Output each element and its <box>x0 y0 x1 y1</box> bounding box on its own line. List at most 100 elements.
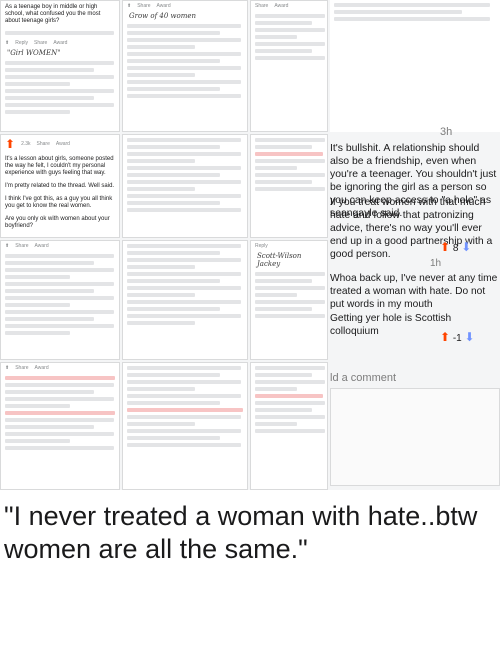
text-line <box>255 173 325 177</box>
comment-text: I think I've got this, as a guy you all … <box>5 196 113 209</box>
text-line <box>127 436 220 440</box>
handwritten-name: Scott-Wilson Jackey <box>257 252 302 268</box>
reply-button[interactable]: Reply <box>255 243 268 249</box>
downvote-icon[interactable]: ⬇ <box>465 330 475 344</box>
award-button[interactable]: Award <box>56 141 70 147</box>
text-line <box>127 373 220 377</box>
text-line <box>5 96 94 100</box>
upvote-icon[interactable]: ⬆ <box>5 137 15 151</box>
text-line <box>255 314 325 318</box>
upvote-icon[interactable]: ⬆ <box>440 240 450 254</box>
share-button[interactable]: Share <box>34 40 47 46</box>
text-line <box>5 324 114 328</box>
text-line <box>127 31 220 35</box>
upvote-icon[interactable]: ⬆ <box>5 243 9 249</box>
text-line <box>127 244 242 248</box>
text-line <box>127 387 196 391</box>
action-bar: ⬆ Reply Share Award <box>1 38 119 48</box>
highlighted-username <box>255 152 323 156</box>
downvote-icon[interactable]: ⬇ <box>461 240 471 254</box>
text-line <box>5 439 70 443</box>
post-panel-bottom-right <box>250 362 328 490</box>
text-line <box>127 300 242 304</box>
share-button[interactable]: Share <box>255 3 268 9</box>
action-bar: ⬆ Share Award <box>1 241 119 251</box>
text-line <box>255 373 312 377</box>
text-line <box>127 272 242 276</box>
text-line <box>5 425 94 429</box>
upvote-icon[interactable]: ⬆ <box>5 40 9 46</box>
meme-caption: "I never treated a woman with hate..btw … <box>0 492 500 652</box>
text-line <box>127 38 242 42</box>
text-line <box>127 366 242 370</box>
reply-button[interactable]: Reply <box>15 40 28 46</box>
comment-text: Are you only ok with women about your bo… <box>5 216 110 229</box>
text-line <box>127 94 242 98</box>
text-line <box>255 35 297 39</box>
action-bar: ⬆ Share Award <box>1 363 119 373</box>
upvote-icon[interactable]: ⬆ <box>127 3 131 9</box>
upvote-icon[interactable]: ⬆ <box>5 365 9 371</box>
text-line <box>127 73 196 77</box>
text-line <box>5 82 70 86</box>
text-line <box>5 261 94 265</box>
comment-collage: As a teenage boy in middle or high schoo… <box>0 0 500 490</box>
text-line <box>255 401 325 405</box>
handwritten-quote: "Girl WOMEN" <box>7 49 61 57</box>
share-button[interactable]: Share <box>37 141 50 147</box>
score: -1 <box>452 333 462 344</box>
text-line <box>127 80 242 84</box>
text-line <box>127 152 242 156</box>
text-line <box>127 24 242 28</box>
text-line <box>5 296 114 300</box>
post-panel-lower-right: Reply Scott-Wilson Jackey <box>250 240 328 360</box>
action-bar: ⬆ Share Award <box>123 1 247 11</box>
comment-whoa: Whoa back up, I've never at any time tre… <box>330 273 498 310</box>
text-line <box>127 293 196 297</box>
text-line <box>127 415 242 419</box>
text-line <box>334 3 491 7</box>
text-line <box>255 180 312 184</box>
text-line <box>127 194 242 198</box>
award-button[interactable]: Award <box>157 3 171 9</box>
text-line <box>255 380 325 384</box>
text-line <box>255 415 325 419</box>
comment-box[interactable] <box>330 388 500 486</box>
share-button[interactable]: Share <box>15 365 28 371</box>
text-line <box>5 61 114 65</box>
text-line <box>5 310 114 314</box>
text-line <box>127 265 196 269</box>
text-line <box>127 45 196 49</box>
vote-row: ⬆ -1 ⬇ <box>440 330 475 344</box>
post-panel-top-left: As a teenage boy in middle or high schoo… <box>0 0 120 132</box>
comment-panel-right-top <box>330 0 500 132</box>
text-line <box>127 443 242 447</box>
text-line <box>255 286 325 290</box>
highlighted-username <box>255 394 323 398</box>
text-line <box>5 282 114 286</box>
text-line <box>255 272 325 276</box>
award-button[interactable]: Award <box>35 243 49 249</box>
text-line <box>5 446 114 450</box>
text-line <box>255 49 312 53</box>
award-button[interactable]: Award <box>53 40 67 46</box>
text-line <box>255 387 297 391</box>
handwritten-note: Grow of 40 women <box>129 12 197 20</box>
text-line <box>127 173 220 177</box>
text-line <box>127 87 220 91</box>
post-panel-lower-left: ⬆ Share Award <box>0 240 120 360</box>
award-button[interactable]: Award <box>35 365 49 371</box>
post-panel-middle-left: ⬆ 2.3k Share Award It's a lesson about g… <box>0 134 120 238</box>
text-line <box>5 268 114 272</box>
text-line <box>5 89 114 93</box>
upvote-icon[interactable]: ⬆ <box>440 330 450 344</box>
award-button[interactable]: Award <box>274 3 288 9</box>
share-button[interactable]: Share <box>15 243 28 249</box>
text-line <box>5 31 114 35</box>
add-comment-prompt[interactable]: ld a comment <box>330 372 396 384</box>
text-line <box>255 300 325 304</box>
text-line <box>5 103 114 107</box>
text-line <box>127 422 196 426</box>
share-button[interactable]: Share <box>137 3 150 9</box>
text-line <box>255 14 325 18</box>
